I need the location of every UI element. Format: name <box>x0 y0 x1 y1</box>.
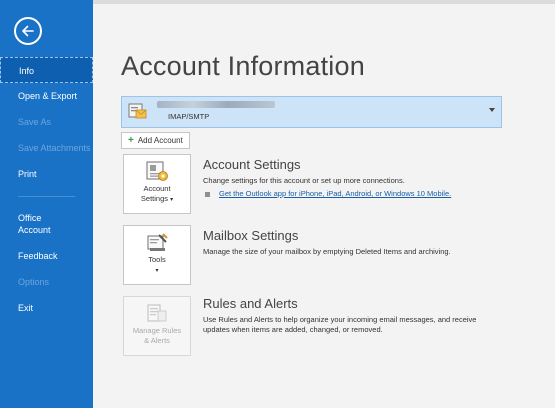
nav-divider <box>18 196 75 197</box>
backstage-sidebar: Info Open & Export Save As Save Attachme… <box>0 0 93 408</box>
manage-rules-tile-line2: & Alerts <box>144 336 170 345</box>
nav-item-info[interactable]: Info <box>0 57 93 83</box>
backstage-nav: Info Open & Export Save As Save Attachme… <box>0 57 93 321</box>
tools-tile[interactable]: Tools ▾ <box>123 225 191 285</box>
back-arrow-icon <box>22 25 34 37</box>
account-name-redacted <box>157 101 275 108</box>
tools-icon <box>147 233 168 251</box>
back-button[interactable] <box>14 17 42 45</box>
backstage-view: Info Open & Export Save As Save Attachme… <box>0 0 555 408</box>
page-title: Account Information <box>121 51 365 81</box>
rules-icon <box>147 304 167 322</box>
account-settings-icon <box>146 161 168 181</box>
mailbox-settings-description: Manage the size of your mailbox by empty… <box>203 247 451 256</box>
outlook-app-link[interactable]: Get the Outlook app for iPhone, iPad, An… <box>219 189 451 198</box>
account-settings-description: Change settings for this account or set … <box>203 176 405 185</box>
add-account-button[interactable]: + Add Account <box>121 132 190 149</box>
account-icon <box>128 103 147 119</box>
plus-icon: + <box>128 134 134 146</box>
account-settings-tile[interactable]: Account Settings ▾ <box>123 154 191 214</box>
nav-item-feedback[interactable]: Feedback <box>0 243 93 269</box>
nav-item-save-as: Save As <box>18 117 52 127</box>
main-content: Account Information IMAP/SMTP + Add Acco… <box>93 4 555 408</box>
account-settings-tile-label: Account Settings ▾ <box>141 184 173 205</box>
mailbox-settings-title: Mailbox Settings <box>203 228 299 243</box>
add-account-label: Add Account <box>137 136 183 145</box>
bullet-icon <box>205 192 210 197</box>
rules-alerts-title: Rules and Alerts <box>203 296 298 311</box>
nav-item-office-account-label: Office Account <box>18 213 51 235</box>
nav-item-print[interactable]: Print <box>0 161 93 187</box>
chevron-down-icon: ▾ <box>170 197 174 203</box>
manage-rules-tile: Manage Rules & Alerts <box>123 296 191 356</box>
dropdown-arrow-icon <box>489 108 495 112</box>
nav-item-office-account[interactable]: Office Account <box>0 205 93 243</box>
account-settings-title: Account Settings <box>203 157 301 172</box>
account-settings-tile-line2: Settings <box>140 194 168 203</box>
nav-item-exit[interactable]: Exit <box>0 295 93 321</box>
tools-tile-line1: Tools <box>148 255 166 264</box>
rules-alerts-description: Use Rules and Alerts to help organize yo… <box>203 315 477 334</box>
nav-item-open-export[interactable]: Open & Export <box>0 83 93 109</box>
nav-item-save-attachments: Save Attachments <box>18 143 91 153</box>
manage-rules-tile-line1: Manage Rules <box>132 326 182 335</box>
tools-tile-label: Tools ▾ <box>148 255 166 276</box>
account-type: IMAP/SMTP <box>168 112 210 121</box>
chevron-down-icon: ▾ <box>155 268 159 274</box>
nav-item-options: Options <box>18 277 50 287</box>
account-settings-tile-line1: Account <box>143 184 171 193</box>
manage-rules-tile-label: Manage Rules & Alerts <box>133 326 181 346</box>
account-selector[interactable]: IMAP/SMTP <box>121 96 502 128</box>
